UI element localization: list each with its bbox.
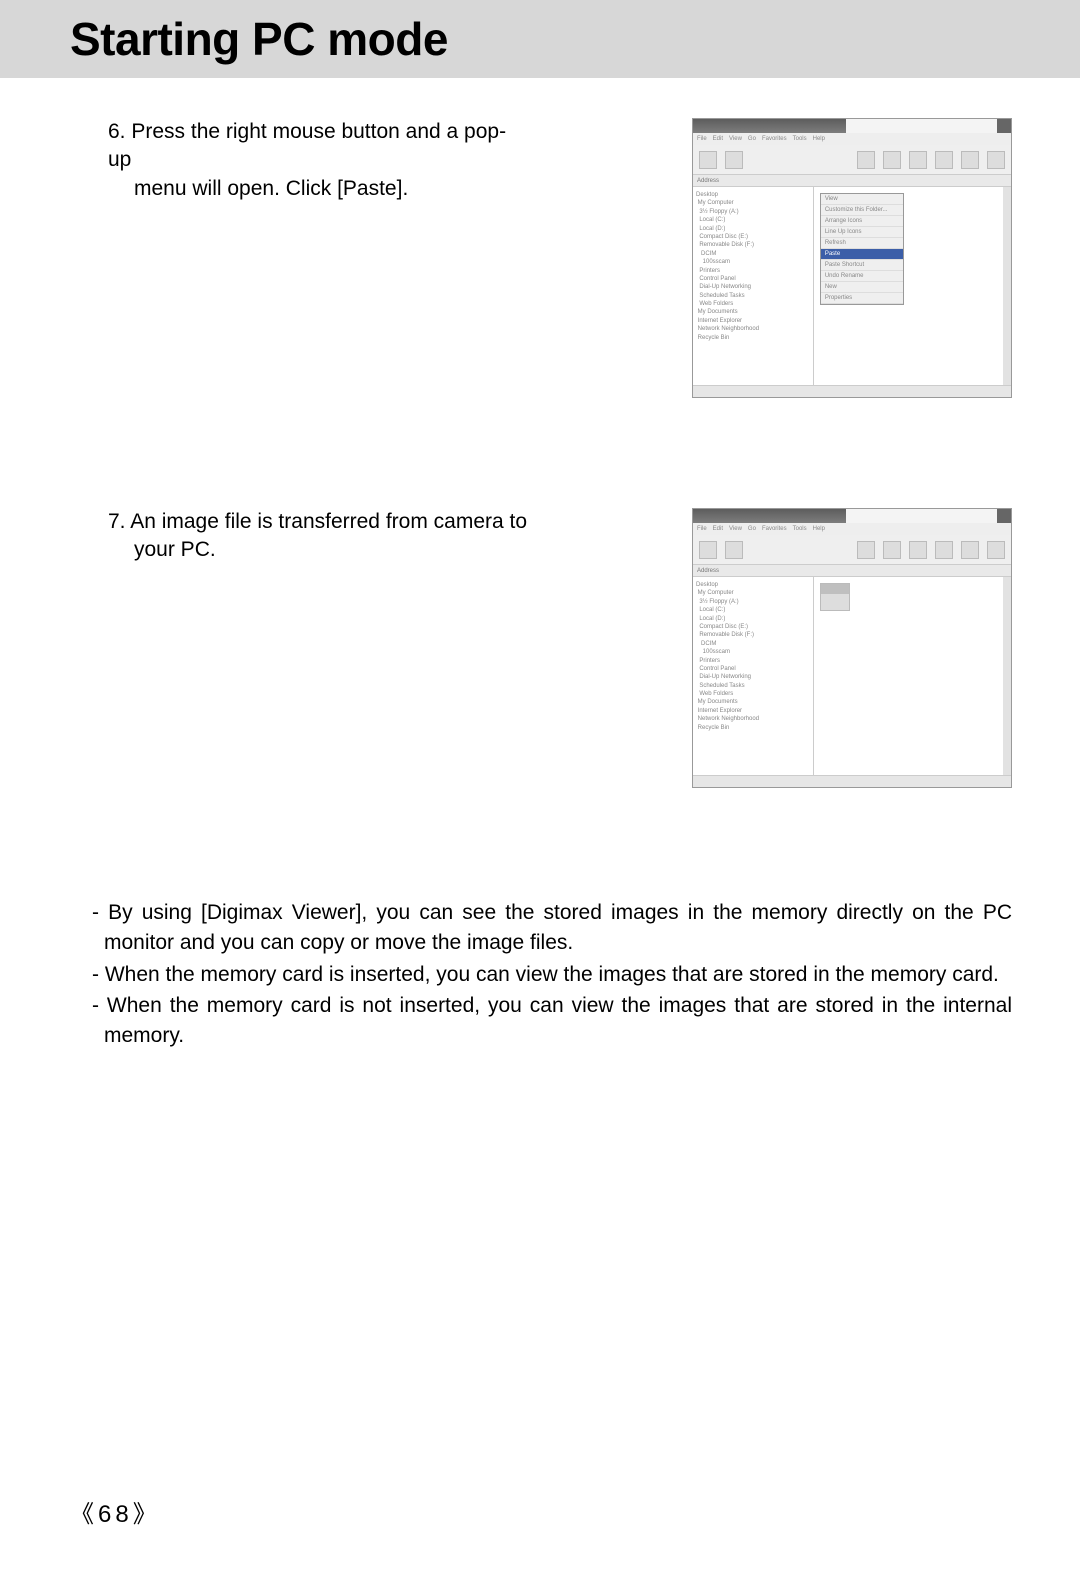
scrollbar [1003, 187, 1011, 385]
page-header: Starting PC mode [0, 0, 1080, 78]
toolbar-views-icon [987, 541, 1005, 559]
window-body: Desktop My Computer 3½ Floppy (A:) Local… [693, 577, 1011, 775]
scrollbar [1003, 577, 1011, 775]
ctx-customize: Customize this Folder... [821, 205, 903, 216]
window-close-icon [997, 509, 1011, 523]
window-menubar: FileEditViewGoFavoritesToolsHelp [693, 133, 1011, 145]
window-menubar: FileEditViewGoFavoritesToolsHelp [693, 523, 1011, 535]
toolbar-delete-icon [961, 151, 979, 169]
window-titlebar [693, 509, 846, 523]
file-thumbnail [820, 583, 850, 611]
toolbar-forward-icon [725, 151, 743, 169]
toolbar-copy-icon [883, 541, 901, 559]
step-7-number: 7. [108, 510, 126, 533]
window-titlebar [693, 119, 846, 133]
step-7: 7. An image file is transferred from cam… [68, 508, 1012, 788]
folder-tree: Desktop My Computer 3½ Floppy (A:) Local… [693, 577, 814, 775]
page-number-value: 68 [98, 1501, 133, 1528]
step-7-text: 7. An image file is transferred from cam… [68, 508, 528, 565]
window-statusbar [693, 385, 1011, 397]
window-addressbar: Address [693, 565, 1011, 577]
toolbar-back-icon [699, 541, 717, 559]
folder-tree: Desktop My Computer 3½ Floppy (A:) Local… [693, 187, 814, 385]
note-1: - By using [Digimax Viewer], you can see… [92, 898, 1012, 958]
window-body: Desktop My Computer 3½ Floppy (A:) Local… [693, 187, 1011, 385]
folder-pane [814, 577, 1011, 775]
step-6-number: 6. [108, 120, 126, 143]
page-content: 6. Press the right mouse button and a po… [0, 78, 1080, 1051]
page-deco-left: 《 [70, 1501, 98, 1528]
ctx-paste: Paste [821, 249, 903, 260]
toolbar-paste-icon [909, 151, 927, 169]
step-6-line2: menu will open. Click [Paste]. [108, 175, 528, 203]
notes-list: - By using [Digimax Viewer], you can see… [68, 898, 1012, 1051]
ctx-refresh: Refresh [821, 238, 903, 249]
ctx-new: New [821, 282, 903, 293]
note-2: - When the memory card is inserted, you … [92, 960, 1012, 990]
toolbar-back-icon [699, 151, 717, 169]
explorer-window-2: FileEditViewGoFavoritesToolsHelp Address [692, 508, 1012, 788]
window-toolbar [693, 145, 1011, 175]
page-title: Starting PC mode [70, 12, 1080, 66]
ctx-undo: Undo Rename [821, 271, 903, 282]
step-6-line1: Press the right mouse button and a pop-u… [108, 120, 506, 171]
toolbar-paste-icon [909, 541, 927, 559]
toolbar-forward-icon [725, 541, 743, 559]
step-7-line2: your PC. [108, 536, 528, 564]
toolbar-views-icon [987, 151, 1005, 169]
window-addressbar: Address [693, 175, 1011, 187]
toolbar-cut-icon [857, 151, 875, 169]
toolbar-undo-icon [935, 541, 953, 559]
toolbar-delete-icon [961, 541, 979, 559]
window-statusbar [693, 775, 1011, 787]
explorer-window-1: FileEditViewGoFavoritesToolsHelp Address [692, 118, 1012, 398]
step-7-figure: FileEditViewGoFavoritesToolsHelp Address [528, 508, 1012, 788]
folder-pane: View Customize this Folder... Arrange Ic… [814, 187, 1011, 385]
ctx-properties: Properties [821, 293, 903, 304]
window-close-icon [997, 119, 1011, 133]
window-toolbar [693, 535, 1011, 565]
page-number: 《68》 [70, 1494, 161, 1529]
step-6-figure: FileEditViewGoFavoritesToolsHelp Address [528, 118, 1012, 398]
step-7-line1: An image file is transferred from camera… [130, 510, 527, 533]
note-3: - When the memory card is not inserted, … [92, 991, 1012, 1051]
step-6-text: 6. Press the right mouse button and a po… [68, 118, 528, 203]
ctx-arrange: Arrange Icons [821, 216, 903, 227]
ctx-lineup: Line Up Icons [821, 227, 903, 238]
toolbar-cut-icon [857, 541, 875, 559]
toolbar-undo-icon [935, 151, 953, 169]
page-deco-right: 》 [133, 1501, 161, 1528]
step-6: 6. Press the right mouse button and a po… [68, 118, 1012, 398]
context-menu: View Customize this Folder... Arrange Ic… [820, 193, 904, 305]
ctx-view: View [821, 194, 903, 205]
ctx-paste-shortcut: Paste Shortcut [821, 260, 903, 271]
toolbar-copy-icon [883, 151, 901, 169]
